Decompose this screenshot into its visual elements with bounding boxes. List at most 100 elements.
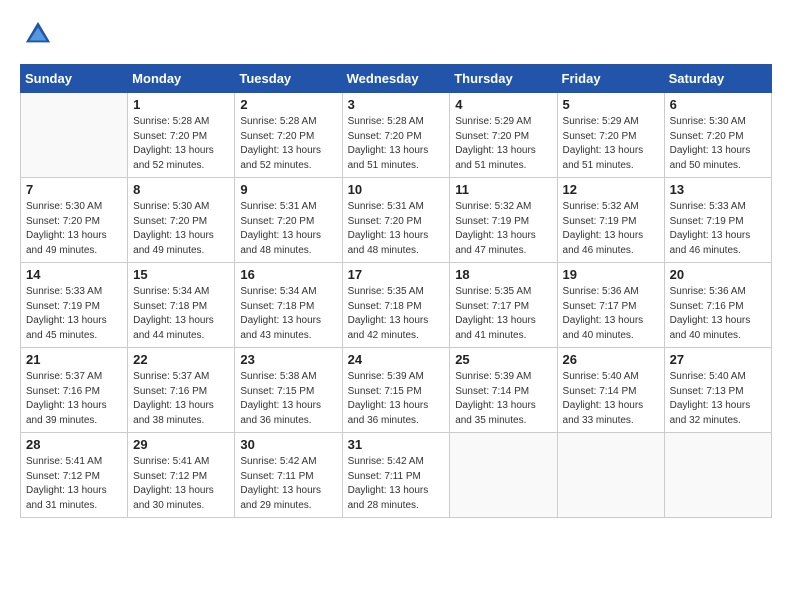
calendar-cell <box>450 433 557 518</box>
cell-info: Sunrise: 5:34 AM Sunset: 7:18 PM Dayligh… <box>240 285 336 343</box>
day-number: 1 <box>133 97 229 112</box>
calendar-cell: 16Sunrise: 5:34 AM Sunset: 7:18 PM Dayli… <box>235 263 342 348</box>
cell-info: Sunrise: 5:42 AM Sunset: 7:11 PM Dayligh… <box>240 455 336 513</box>
cell-info: Sunrise: 5:40 AM Sunset: 7:13 PM Dayligh… <box>670 370 766 428</box>
day-number: 20 <box>670 267 766 282</box>
cell-info: Sunrise: 5:28 AM Sunset: 7:20 PM Dayligh… <box>240 115 336 173</box>
day-number: 26 <box>563 352 659 367</box>
calendar-cell: 5 Sunrise: 5:29 AM Sunset: 7:20 PM Daylig… <box>557 93 664 178</box>
calendar-cell: 14 Sunrise: 5:33 AM Sunset: 7:19 PM Dayli… <box>21 263 128 348</box>
day-number: 31 <box>348 437 445 452</box>
calendar-cell: 6 Sunrise: 5:30 AM Sunset: 7:20 PM Daylig… <box>664 93 771 178</box>
day-number: 11 <box>455 182 551 197</box>
day-number: 3 <box>348 97 445 112</box>
week-row-4: 21 Sunrise: 5:37 AM Sunset: 7:16 PM Dayli… <box>21 348 772 433</box>
calendar-cell: 17Sunrise: 5:35 AM Sunset: 7:18 PM Dayli… <box>342 263 450 348</box>
calendar-cell: 10 Sunrise: 5:31 AM Sunset: 7:20 PM Dayli… <box>342 178 450 263</box>
cell-info: Sunrise: 5:30 AM Sunset: 7:20 PM Dayligh… <box>26 200 122 258</box>
day-number: 6 <box>670 97 766 112</box>
calendar-cell: 31 Sunrise: 5:42 AM Sunset: 7:11 PM Dayli… <box>342 433 450 518</box>
day-number: 5 <box>563 97 659 112</box>
cell-info: Sunrise: 5:31 AM Sunset: 7:20 PM Dayligh… <box>240 200 336 258</box>
day-number: 18 <box>455 267 551 282</box>
calendar-cell: 11 Sunrise: 5:32 AM Sunset: 7:19 PM Dayli… <box>450 178 557 263</box>
day-number: 29 <box>133 437 229 452</box>
calendar-cell: 3 Sunrise: 5:28 AM Sunset: 7:20 PM Daylig… <box>342 93 450 178</box>
calendar-cell <box>557 433 664 518</box>
col-header-saturday: Saturday <box>664 65 771 93</box>
day-number: 30 <box>240 437 336 452</box>
calendar-cell: 21Sunrise: 5:37 AM Sunset: 7:16 PM Dayli… <box>21 348 128 433</box>
cell-info: Sunrise: 5:33 AM Sunset: 7:19 PM Dayligh… <box>26 285 122 343</box>
calendar-table: SundayMondayTuesdayWednesdayThursdayFrid… <box>20 64 772 518</box>
calendar-cell: 4 Sunrise: 5:29 AM Sunset: 7:20 PM Daylig… <box>450 93 557 178</box>
col-header-wednesday: Wednesday <box>342 65 450 93</box>
col-header-monday: Monday <box>128 65 235 93</box>
calendar-cell: 27 Sunrise: 5:40 AM Sunset: 7:13 PM Dayli… <box>664 348 771 433</box>
calendar-cell: 30 Sunrise: 5:42 AM Sunset: 7:11 PM Dayli… <box>235 433 342 518</box>
day-number: 27 <box>670 352 766 367</box>
col-header-friday: Friday <box>557 65 664 93</box>
cell-info: Sunrise: 5:28 AM Sunset: 7:20 PM Dayligh… <box>348 115 445 173</box>
calendar-cell: 8Sunrise: 5:30 AM Sunset: 7:20 PM Daylig… <box>128 178 235 263</box>
day-number: 8 <box>133 182 229 197</box>
cell-info: Sunrise: 5:37 AM Sunset: 7:16 PM Dayligh… <box>133 370 229 428</box>
calendar-cell: 22Sunrise: 5:37 AM Sunset: 7:16 PM Dayli… <box>128 348 235 433</box>
logo-icon <box>24 20 52 48</box>
cell-info: Sunrise: 5:42 AM Sunset: 7:11 PM Dayligh… <box>348 455 445 513</box>
calendar-cell: 19 Sunrise: 5:36 AM Sunset: 7:17 PM Dayli… <box>557 263 664 348</box>
day-number: 12 <box>563 182 659 197</box>
cell-info: Sunrise: 5:30 AM Sunset: 7:20 PM Dayligh… <box>670 115 766 173</box>
day-number: 21 <box>26 352 122 367</box>
cell-info: Sunrise: 5:32 AM Sunset: 7:19 PM Dayligh… <box>455 200 551 258</box>
page-header <box>20 20 772 48</box>
day-number: 24 <box>348 352 445 367</box>
logo <box>20 20 54 48</box>
cell-info: Sunrise: 5:31 AM Sunset: 7:20 PM Dayligh… <box>348 200 445 258</box>
header-row: SundayMondayTuesdayWednesdayThursdayFrid… <box>21 65 772 93</box>
day-number: 2 <box>240 97 336 112</box>
cell-info: Sunrise: 5:36 AM Sunset: 7:16 PM Dayligh… <box>670 285 766 343</box>
day-number: 15 <box>133 267 229 282</box>
cell-info: Sunrise: 5:33 AM Sunset: 7:19 PM Dayligh… <box>670 200 766 258</box>
calendar-cell: 20 Sunrise: 5:36 AM Sunset: 7:16 PM Dayli… <box>664 263 771 348</box>
day-number: 9 <box>240 182 336 197</box>
day-number: 10 <box>348 182 445 197</box>
calendar-cell: 7 Sunrise: 5:30 AM Sunset: 7:20 PM Daylig… <box>21 178 128 263</box>
cell-info: Sunrise: 5:39 AM Sunset: 7:14 PM Dayligh… <box>455 370 551 428</box>
calendar-cell: 28 Sunrise: 5:41 AM Sunset: 7:12 PM Dayli… <box>21 433 128 518</box>
day-number: 4 <box>455 97 551 112</box>
week-row-2: 7 Sunrise: 5:30 AM Sunset: 7:20 PM Daylig… <box>21 178 772 263</box>
cell-info: Sunrise: 5:41 AM Sunset: 7:12 PM Dayligh… <box>26 455 122 513</box>
cell-info: Sunrise: 5:40 AM Sunset: 7:14 PM Dayligh… <box>563 370 659 428</box>
cell-info: Sunrise: 5:29 AM Sunset: 7:20 PM Dayligh… <box>563 115 659 173</box>
day-number: 19 <box>563 267 659 282</box>
col-header-sunday: Sunday <box>21 65 128 93</box>
col-header-tuesday: Tuesday <box>235 65 342 93</box>
day-number: 14 <box>26 267 122 282</box>
cell-info: Sunrise: 5:29 AM Sunset: 7:20 PM Dayligh… <box>455 115 551 173</box>
calendar-cell: 13 Sunrise: 5:33 AM Sunset: 7:19 PM Dayli… <box>664 178 771 263</box>
calendar-cell: 18 Sunrise: 5:35 AM Sunset: 7:17 PM Dayli… <box>450 263 557 348</box>
day-number: 28 <box>26 437 122 452</box>
calendar-cell: 29Sunrise: 5:41 AM Sunset: 7:12 PM Dayli… <box>128 433 235 518</box>
calendar-cell: 2 Sunrise: 5:28 AM Sunset: 7:20 PM Daylig… <box>235 93 342 178</box>
col-header-thursday: Thursday <box>450 65 557 93</box>
cell-info: Sunrise: 5:28 AM Sunset: 7:20 PM Dayligh… <box>133 115 229 173</box>
day-number: 17 <box>348 267 445 282</box>
cell-info: Sunrise: 5:32 AM Sunset: 7:19 PM Dayligh… <box>563 200 659 258</box>
calendar-cell <box>664 433 771 518</box>
calendar-cell: 25 Sunrise: 5:39 AM Sunset: 7:14 PM Dayli… <box>450 348 557 433</box>
cell-info: Sunrise: 5:35 AM Sunset: 7:17 PM Dayligh… <box>455 285 551 343</box>
day-number: 13 <box>670 182 766 197</box>
week-row-1: 1 Sunrise: 5:28 AM Sunset: 7:20 PM Daylig… <box>21 93 772 178</box>
cell-info: Sunrise: 5:36 AM Sunset: 7:17 PM Dayligh… <box>563 285 659 343</box>
calendar-cell: 9 Sunrise: 5:31 AM Sunset: 7:20 PM Daylig… <box>235 178 342 263</box>
calendar-cell <box>21 93 128 178</box>
cell-info: Sunrise: 5:34 AM Sunset: 7:18 PM Dayligh… <box>133 285 229 343</box>
calendar-cell: 23Sunrise: 5:38 AM Sunset: 7:15 PM Dayli… <box>235 348 342 433</box>
day-number: 25 <box>455 352 551 367</box>
cell-info: Sunrise: 5:39 AM Sunset: 7:15 PM Dayligh… <box>348 370 445 428</box>
cell-info: Sunrise: 5:38 AM Sunset: 7:15 PM Dayligh… <box>240 370 336 428</box>
day-number: 7 <box>26 182 122 197</box>
